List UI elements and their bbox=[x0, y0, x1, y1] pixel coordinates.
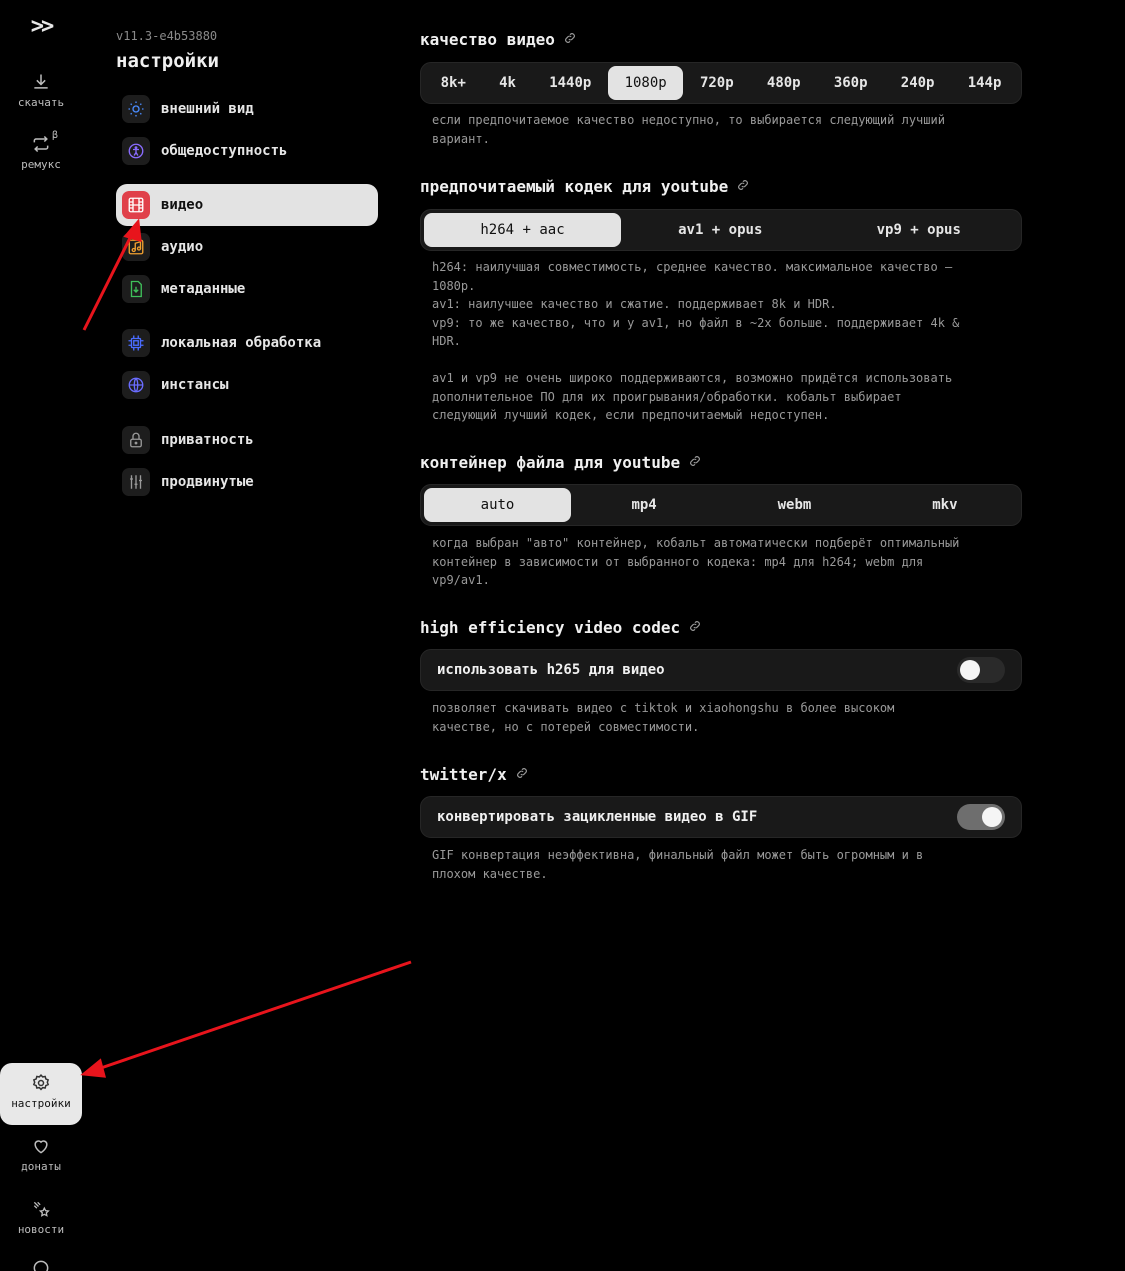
rail-settings[interactable]: настройки bbox=[0, 1063, 82, 1125]
lock-icon bbox=[122, 426, 150, 454]
sparkle-star-icon bbox=[33, 1201, 50, 1217]
logo-icon[interactable]: >> bbox=[0, 14, 82, 39]
film-icon bbox=[122, 191, 150, 219]
chat-icon bbox=[33, 1260, 49, 1271]
nav-item-audio[interactable]: аудио bbox=[116, 226, 378, 268]
version-label: v11.3-e4b53880 bbox=[116, 29, 218, 43]
codec-option[interactable]: vp9 + opus bbox=[820, 213, 1019, 247]
container-option-selected[interactable]: auto bbox=[424, 488, 571, 522]
link-icon[interactable] bbox=[563, 30, 577, 49]
heart-icon bbox=[34, 1140, 48, 1154]
quality-selector: 8k+ 4k 1440p 1080p 720p 480p 360p 240p 1… bbox=[420, 62, 1022, 104]
twitter-description: GIF конвертация неэффективна, финальный … bbox=[432, 848, 924, 881]
nav-label: локальная обработка bbox=[161, 335, 322, 351]
gear-icon bbox=[32, 1073, 50, 1091]
rail-donate[interactable]: донаты bbox=[0, 1136, 82, 1173]
quality-option[interactable]: 480p bbox=[750, 66, 817, 100]
remux-icon bbox=[33, 135, 49, 153]
nav-item-accessibility[interactable]: общедоступность bbox=[116, 130, 378, 172]
codec-option-selected[interactable]: h264 + aac bbox=[424, 213, 621, 247]
rail-remux-label: ремукс bbox=[21, 158, 61, 171]
nav-label: инстансы bbox=[161, 377, 229, 393]
nav-label: видео bbox=[161, 197, 204, 213]
quality-option[interactable]: 240p bbox=[884, 66, 951, 100]
link-icon[interactable] bbox=[688, 618, 702, 637]
rail-donate-label: донаты bbox=[21, 1160, 61, 1173]
nav-label: внешний вид bbox=[161, 101, 254, 117]
download-icon bbox=[34, 74, 48, 89]
link-icon[interactable] bbox=[736, 177, 750, 196]
section-title-text: контейнер файла для youtube bbox=[420, 453, 681, 472]
section-title-text: twitter/x bbox=[420, 765, 507, 784]
quality-option[interactable]: 720p bbox=[683, 66, 750, 100]
nav-item-advanced[interactable]: продвинутые bbox=[116, 461, 378, 503]
hevc-toggle-row[interactable]: использовать h265 для видео bbox=[420, 649, 1022, 691]
rail-news-label: новости bbox=[17, 1223, 65, 1236]
section-title-text: качество видео bbox=[420, 30, 555, 49]
rail-about[interactable] bbox=[0, 1258, 82, 1271]
section-title-text: high efficiency video codec bbox=[420, 618, 681, 637]
hevc-switch[interactable] bbox=[957, 657, 1005, 683]
nav-item-privacy[interactable]: приватность bbox=[116, 419, 378, 461]
container-option[interactable]: webm bbox=[717, 488, 872, 522]
section-title-container: контейнер файла для youtube bbox=[420, 453, 702, 472]
link-icon[interactable] bbox=[688, 453, 702, 472]
globe-icon bbox=[122, 371, 150, 399]
hevc-description: позволяет скачивать видео с tiktok и xia… bbox=[432, 701, 895, 734]
nav-item-video[interactable]: видео bbox=[116, 184, 378, 226]
quality-option-selected[interactable]: 1080p bbox=[607, 66, 684, 100]
codec-description: h264: наилучшая совместимость, среднее к… bbox=[432, 260, 960, 422]
quality-option[interactable]: 144p bbox=[951, 66, 1018, 100]
nav-item-appearance[interactable]: внешний вид bbox=[116, 88, 378, 130]
switch-knob bbox=[960, 660, 980, 680]
music-icon bbox=[122, 233, 150, 261]
section-title-quality: качество видео bbox=[420, 30, 577, 49]
cpu-icon bbox=[122, 329, 150, 357]
codec-selector: h264 + aac av1 + opus vp9 + opus bbox=[420, 209, 1022, 251]
nav-label: приватность bbox=[161, 432, 254, 448]
link-icon[interactable] bbox=[515, 765, 529, 784]
switch-knob bbox=[982, 807, 1002, 827]
quality-description: если предпочитаемое качество недоступно,… bbox=[432, 113, 945, 146]
sidebar-rail: >> скачать β ремукс настройки донаты нов… bbox=[0, 0, 82, 1271]
rail-remux[interactable]: β ремукс bbox=[0, 130, 82, 171]
nav-item-local-processing[interactable]: локальная обработка bbox=[116, 322, 378, 364]
section-title-codec: предпочитаемый кодек для youtube bbox=[420, 177, 750, 196]
beta-badge: β bbox=[52, 130, 59, 141]
file-download-icon bbox=[122, 275, 150, 303]
quality-option[interactable]: 1440p bbox=[533, 66, 608, 100]
accessibility-icon bbox=[122, 137, 150, 165]
twitter-gif-switch[interactable] bbox=[957, 804, 1005, 830]
container-option[interactable]: mkv bbox=[872, 488, 1018, 522]
codec-option[interactable]: av1 + opus bbox=[621, 213, 820, 247]
quality-option[interactable]: 360p bbox=[817, 66, 884, 100]
nav-label: продвинутые bbox=[161, 474, 254, 490]
container-description: когда выбран "авто" контейнер, кобальт а… bbox=[432, 536, 960, 587]
nav-label: метаданные bbox=[161, 281, 246, 297]
container-option[interactable]: mp4 bbox=[571, 488, 717, 522]
section-title-twitter: twitter/x bbox=[420, 765, 529, 784]
section-title-hevc: high efficiency video codec bbox=[420, 618, 702, 637]
nav-label: общедоступность bbox=[161, 143, 288, 159]
twitter-toggle-label: конвертировать зацикленные видео в GIF bbox=[437, 809, 758, 825]
nav-item-metadata[interactable]: метаданные bbox=[116, 268, 378, 310]
sun-icon bbox=[122, 95, 150, 123]
nav-item-instances[interactable]: инстансы bbox=[116, 364, 378, 406]
rail-download[interactable]: скачать bbox=[0, 72, 82, 109]
hevc-toggle-label: использовать h265 для видео bbox=[437, 662, 665, 678]
sliders-icon bbox=[122, 468, 150, 496]
rail-news[interactable]: новости bbox=[0, 1199, 82, 1236]
section-title-text: предпочитаемый кодек для youtube bbox=[420, 177, 729, 196]
quality-option[interactable]: 8k+ bbox=[424, 66, 483, 100]
container-selector: auto mp4 webm mkv bbox=[420, 484, 1022, 526]
quality-option[interactable]: 4k bbox=[483, 66, 533, 100]
nav-label: аудио bbox=[161, 239, 204, 255]
rail-settings-label: настройки bbox=[11, 1097, 71, 1110]
twitter-gif-toggle-row[interactable]: конвертировать зацикленные видео в GIF bbox=[420, 796, 1022, 838]
page-title: настройки bbox=[116, 50, 219, 72]
rail-download-label: скачать bbox=[17, 96, 65, 109]
